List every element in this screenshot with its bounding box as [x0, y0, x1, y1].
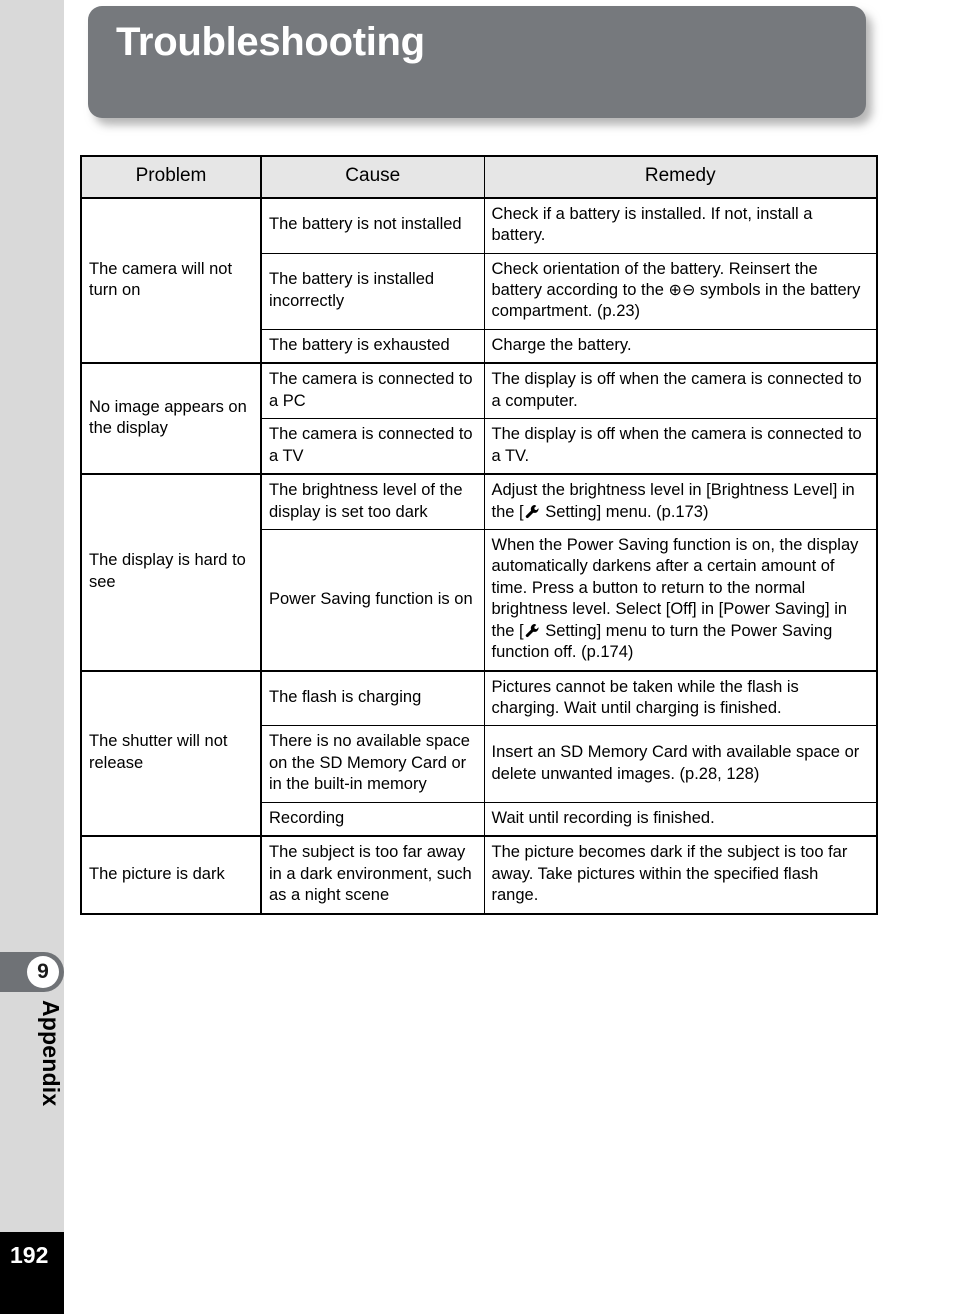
column-header-problem: Problem [80, 155, 262, 199]
page-title: Troubleshooting [116, 20, 425, 64]
header-banner: Troubleshooting [88, 6, 866, 118]
cell-remedy: The picture becomes dark if the subject … [483, 835, 878, 915]
cell-remedy: Pictures cannot be taken while the flash… [483, 669, 878, 727]
cell-problem: The display is hard to see [80, 473, 262, 672]
chapter-number: 9 [27, 956, 59, 988]
cell-cause: The battery is not installed [260, 196, 485, 254]
cell-remedy: Charge the battery. [483, 328, 878, 364]
cell-cause: The subject is too far away in a dark en… [260, 835, 485, 915]
cell-cause: The battery is installed incorrectly [260, 252, 485, 330]
wrench-icon [525, 504, 540, 519]
cell-remedy: Check if a battery is installed. If not,… [483, 196, 878, 254]
cell-cause: Power Saving function is on [260, 528, 485, 672]
column-header-cause: Cause [260, 155, 485, 199]
wrench-icon [525, 623, 540, 638]
cell-problem: No image appears on the display [80, 362, 262, 475]
cell-remedy: The display is off when the camera is co… [483, 362, 878, 420]
table-header-row: Problem Cause Remedy [80, 155, 878, 199]
plus-terminal-icon: ⊕ [668, 280, 682, 299]
cell-cause: The battery is exhausted [260, 328, 485, 364]
table-body: The camera will not turn on The battery i… [80, 196, 878, 915]
cell-problem: The camera will not turn on [80, 196, 262, 364]
cell-cause: The flash is charging [260, 669, 485, 727]
table-row: No image appears on the display The camer… [80, 362, 878, 475]
table-row: The picture is dark The subject is too fa… [80, 835, 878, 915]
cell-problem: The shutter will not release [80, 669, 262, 837]
cell-cause: The camera is connected to a PC [260, 362, 485, 420]
cell-cause: There is no available space on the SD Me… [260, 725, 485, 803]
cell-cause: Recording [260, 801, 485, 837]
page-number: 192 [10, 1242, 49, 1268]
cell-remedy: Insert an SD Memory Card with available … [483, 725, 878, 803]
column-header-remedy: Remedy [483, 155, 878, 199]
page-number-block: 192 [0, 1232, 64, 1314]
cell-remedy: When the Power Saving function is on, th… [483, 528, 878, 672]
chapter-tab: 9 [0, 952, 64, 992]
cell-remedy: Wait until recording is finished. [483, 801, 878, 837]
table-row: The shutter will not release The flash is… [80, 669, 878, 837]
cell-cause: The brightness level of the display is s… [260, 473, 485, 530]
table-row: The display is hard to see The brightness… [80, 473, 878, 672]
chapter-name-label: Appendix [38, 1000, 64, 1107]
troubleshooting-table: Problem Cause Remedy The camera will not… [80, 155, 878, 915]
cell-remedy: Check orientation of the battery. Reinse… [483, 252, 878, 330]
cell-remedy: The display is off when the camera is co… [483, 418, 878, 475]
minus-terminal-icon: ⊖ [681, 280, 696, 299]
cell-remedy: Adjust the brightness level in [Brightne… [483, 473, 878, 530]
table-row: The camera will not turn on The battery i… [80, 196, 878, 364]
cell-cause: The camera is connected to a TV [260, 418, 485, 475]
cell-problem: The picture is dark [80, 835, 262, 915]
